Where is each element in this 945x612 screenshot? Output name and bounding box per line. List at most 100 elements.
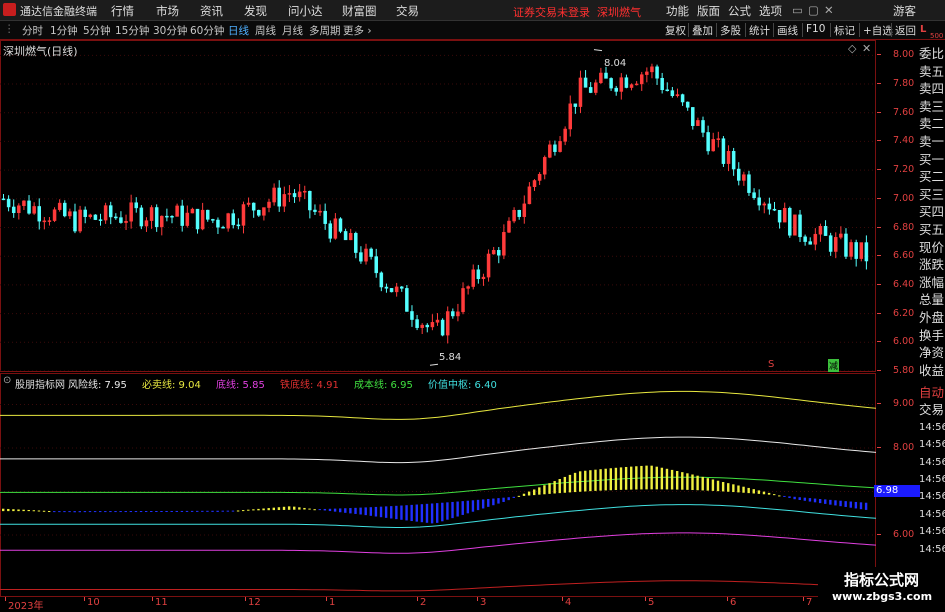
menu-item-function[interactable]: 功能 xyxy=(666,3,689,19)
date-tick-mark xyxy=(477,597,478,601)
side-trade-label: 14:56 xyxy=(919,508,945,520)
indicator-bar xyxy=(803,497,807,501)
candle-body xyxy=(486,253,491,278)
menu-item-trade[interactable]: 交易 xyxy=(396,3,419,19)
candle-body xyxy=(308,190,312,211)
candle-body xyxy=(83,209,87,217)
indicator-bar xyxy=(241,510,245,512)
candle-body xyxy=(226,213,230,229)
period-fenshi[interactable]: 分时 xyxy=(22,23,43,38)
candle-body xyxy=(512,209,516,222)
indicator-bar xyxy=(379,506,383,518)
btn-overlay[interactable]: 叠加 xyxy=(692,23,713,38)
restore-icon[interactable]: ▢ xyxy=(808,3,819,17)
indicator-bar xyxy=(522,493,526,496)
menu-item-market[interactable]: 市场 xyxy=(156,3,179,19)
btn-mark[interactable]: 标记 xyxy=(834,23,855,38)
indicator-bar xyxy=(604,468,607,491)
candle-body xyxy=(297,191,302,198)
indicator-bar xyxy=(109,511,112,513)
candle-body xyxy=(1,198,6,201)
btn-multi-stock[interactable]: 多股 xyxy=(720,23,741,38)
candle-body xyxy=(364,248,368,262)
kline-chart[interactable] xyxy=(0,41,876,371)
date-tick-label: 6 xyxy=(730,597,737,608)
period-toolbar: ⋮ 分时 1分钟 5分钟 15分钟 30分钟 60分钟 日线 周线 月线 多周期… xyxy=(0,21,945,40)
candle-body xyxy=(119,217,123,223)
period-monthly[interactable]: 月线 xyxy=(282,23,303,38)
indicator-bar xyxy=(527,491,531,496)
indicator-bar xyxy=(338,508,342,513)
period-weekly[interactable]: 周线 xyxy=(255,23,276,38)
indicator-bar xyxy=(675,471,679,490)
indicator-bar xyxy=(517,495,521,497)
j-marker: 减 xyxy=(828,359,840,372)
period-1min[interactable]: 1分钟 xyxy=(50,23,78,38)
menu-item-wenxiaoda[interactable]: 问小达 xyxy=(288,3,323,19)
date-tick-mark xyxy=(245,597,246,601)
btn-draw-line[interactable]: 画线 xyxy=(777,23,798,38)
menu-item-options[interactable]: 选项 xyxy=(759,3,782,19)
indicator-bar xyxy=(42,510,46,512)
candle-body xyxy=(205,209,210,220)
menu-item-fortune[interactable]: 财富圈 xyxy=(342,3,377,19)
btn-back[interactable]: 返回 xyxy=(895,23,916,38)
indicator-bar xyxy=(716,480,720,492)
current-value-tag: 6.98 xyxy=(874,485,920,497)
indicator-bar xyxy=(73,511,76,513)
low-leader-line xyxy=(429,363,439,366)
candle-body xyxy=(384,286,389,289)
indicator-bar xyxy=(619,467,623,490)
menu-item-news[interactable]: 资讯 xyxy=(200,3,223,19)
btn-restore-rights[interactable]: 复权 xyxy=(665,23,686,38)
period-30min[interactable]: 30分钟 xyxy=(153,23,187,38)
indicator-bar xyxy=(747,487,750,494)
candle-body xyxy=(267,201,271,208)
indicator-bar xyxy=(282,506,286,510)
app-logo-icon xyxy=(3,3,16,16)
indicator-bar xyxy=(568,474,572,493)
menu-item-discover[interactable]: 发现 xyxy=(244,3,267,19)
candle-body xyxy=(42,220,47,223)
btn-f10[interactable]: F10 xyxy=(806,23,825,35)
close-icon[interactable]: ✕ xyxy=(824,3,834,17)
indicator-bar xyxy=(7,508,10,512)
candle-body xyxy=(165,215,169,218)
menu-item-layout[interactable]: 版面 xyxy=(697,3,720,19)
btn-add-watchlist[interactable]: +自选 xyxy=(863,23,893,38)
indicator-bar xyxy=(446,502,449,520)
date-tick-label: 4 xyxy=(565,597,572,608)
period-daily[interactable]: 日线 xyxy=(228,23,249,38)
indicator-bar xyxy=(589,470,592,492)
price-tick-label: 6.80 xyxy=(893,221,915,233)
side-trade-label: 14:56 xyxy=(919,421,945,433)
period-multi[interactable]: 多周期 xyxy=(309,23,341,38)
candle-body xyxy=(170,216,174,218)
btn-statistics[interactable]: 统计 xyxy=(749,23,770,38)
minimize-icon[interactable]: ▭ xyxy=(792,3,803,17)
date-tick-mark xyxy=(645,597,646,601)
candle-body xyxy=(634,83,639,86)
indicator-bar xyxy=(476,499,480,511)
indicator-bar xyxy=(512,496,515,498)
price-tick-label: 7.60 xyxy=(893,106,915,118)
candle-body xyxy=(124,220,128,223)
period-15min[interactable]: 15分钟 xyxy=(115,23,149,38)
candle-body xyxy=(440,319,445,336)
period-more[interactable]: 更多 › xyxy=(343,23,372,38)
indicator-chart[interactable] xyxy=(0,374,876,596)
high-annotation: 8.04 xyxy=(604,58,627,69)
menu-item-formula[interactable]: 公式 xyxy=(728,3,751,19)
menu-item-hangqing[interactable]: 行情 xyxy=(111,3,134,19)
price-tick-mark xyxy=(877,370,881,371)
price-tick-mark xyxy=(877,140,881,142)
indicator-bar xyxy=(849,501,852,508)
login-notice[interactable]: 证券交易未登录 深圳燃气 xyxy=(513,4,641,20)
candle-body xyxy=(175,205,179,217)
guest-label[interactable]: 游客 xyxy=(893,3,916,19)
indicator-bar xyxy=(630,466,633,490)
candle-body xyxy=(650,66,654,73)
period-5min[interactable]: 5分钟 xyxy=(83,23,111,38)
period-60min[interactable]: 60分钟 xyxy=(190,23,224,38)
indicator-bar xyxy=(665,468,669,490)
